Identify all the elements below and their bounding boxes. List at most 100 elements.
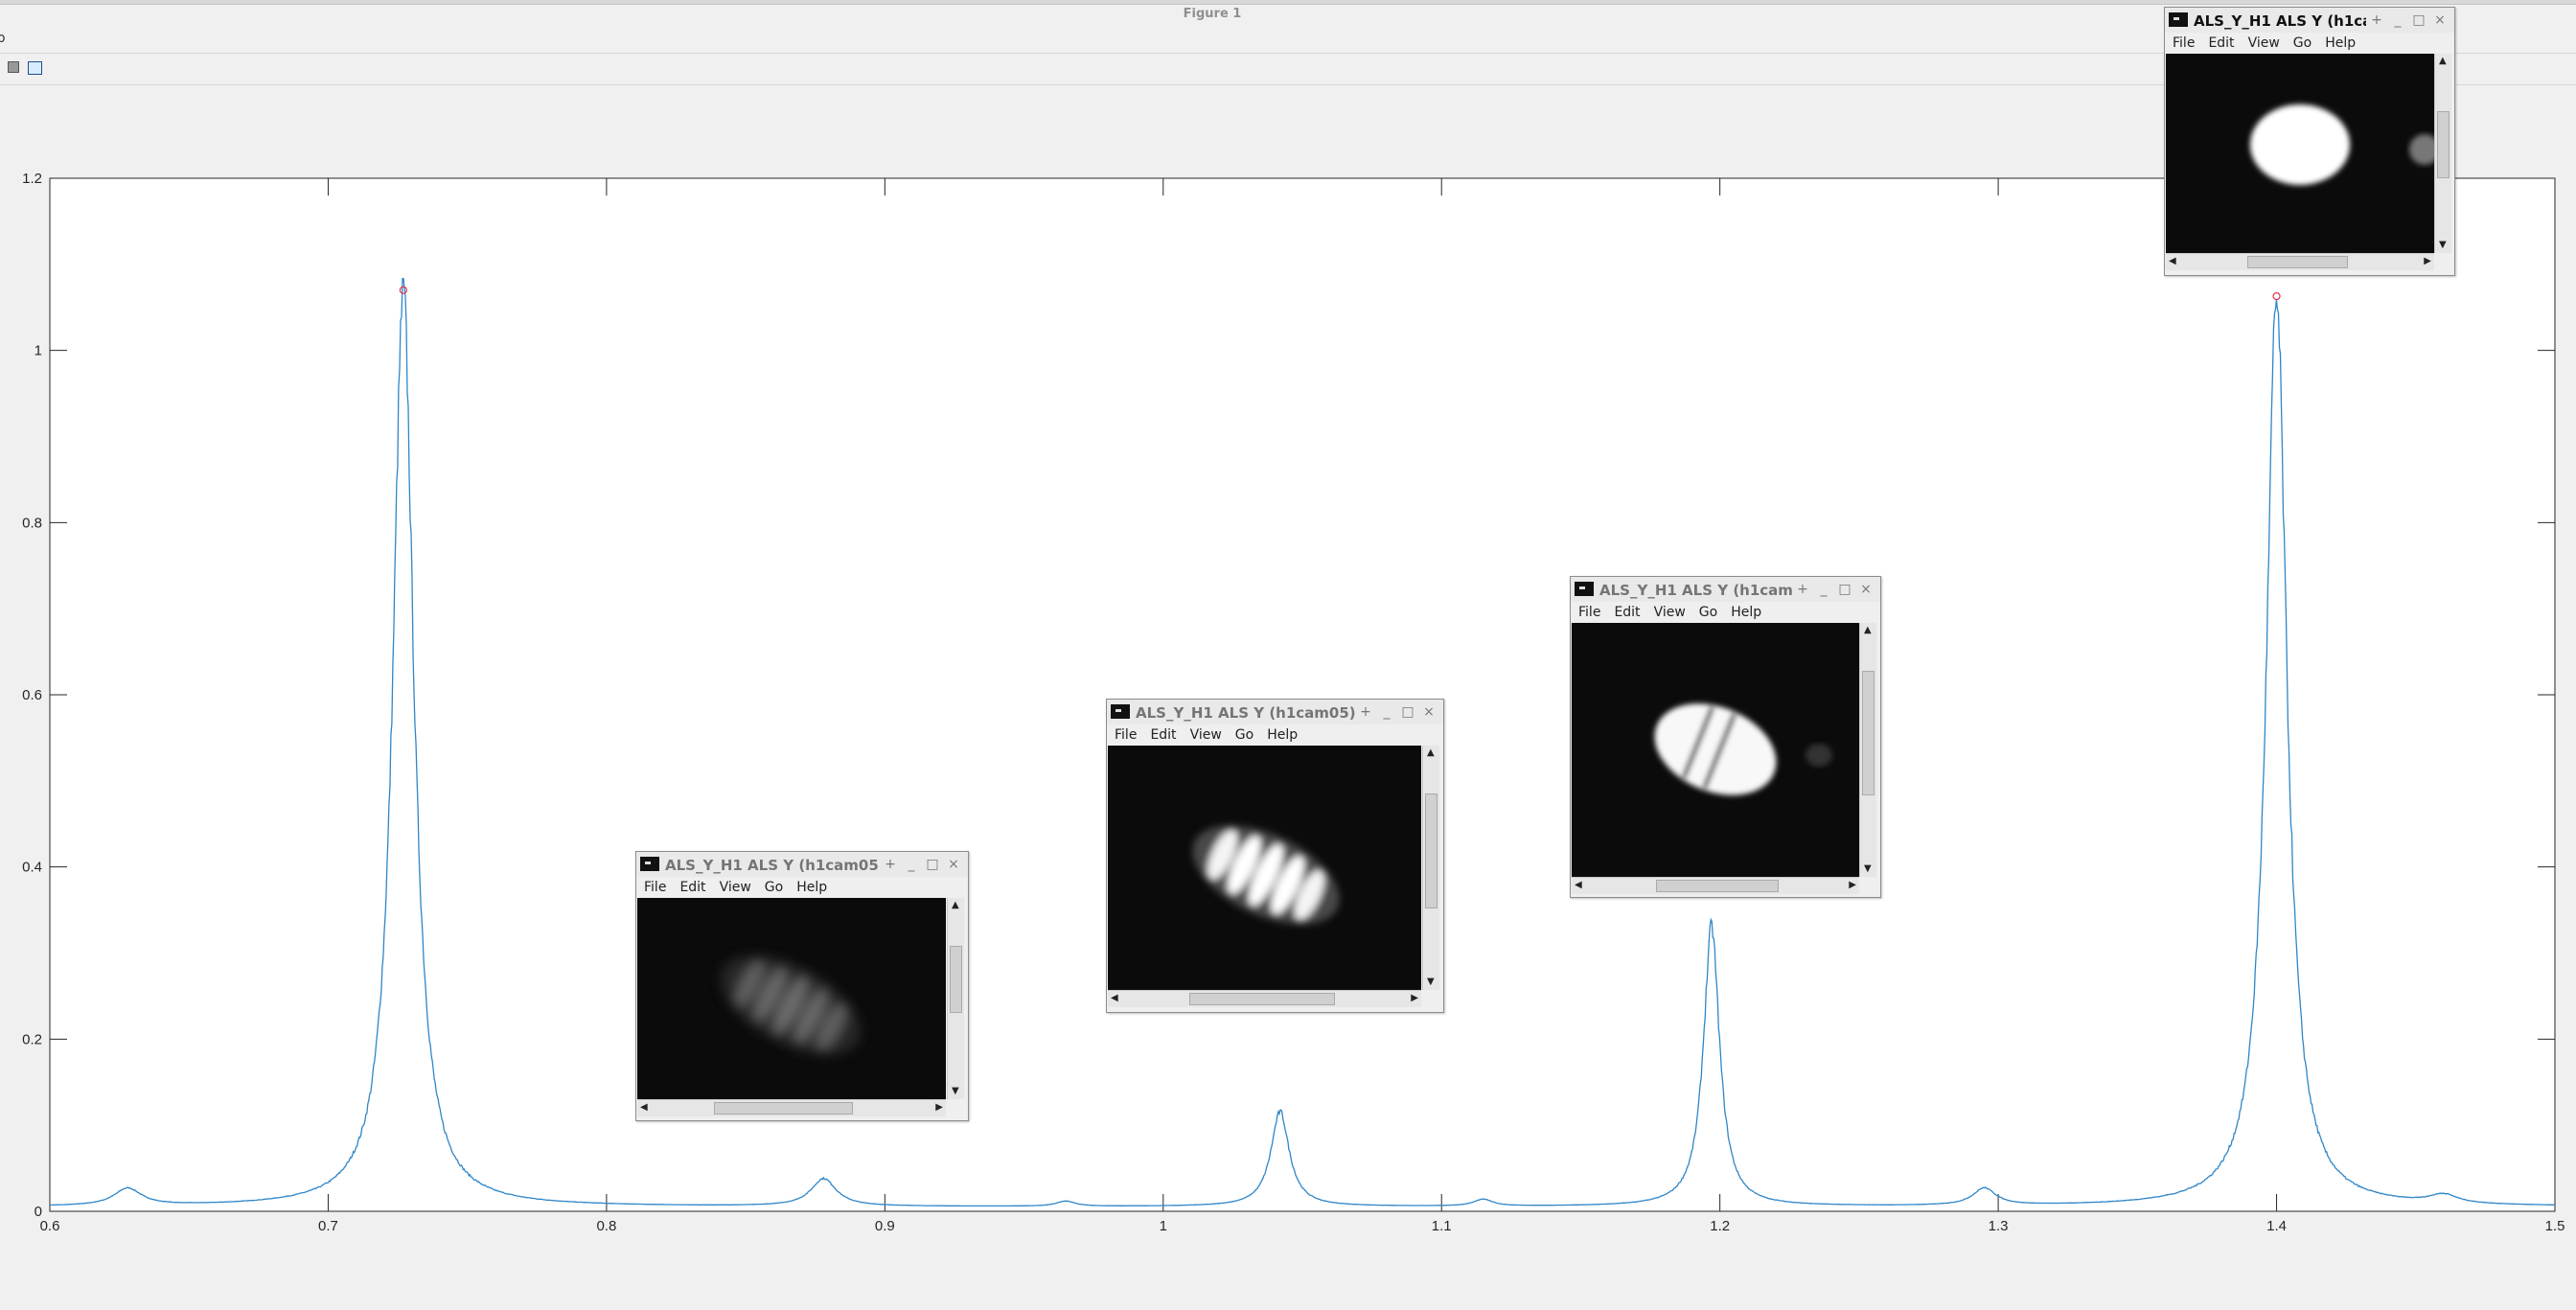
vertical-scrollbar[interactable]: ▲ ▼ xyxy=(947,898,964,1099)
menu-help[interactable]: Help xyxy=(796,877,827,898)
image-viewer-window-1[interactable]: ALS_Y_H1 ALS Y (h1cam05)_2( + _ □ × File… xyxy=(635,851,969,1121)
scroll-left-icon[interactable]: ◀ xyxy=(640,1103,648,1113)
menu-help[interactable]: Help xyxy=(1267,724,1298,746)
menu-view[interactable]: View xyxy=(1190,724,1222,746)
scroll-up-icon[interactable]: ▲ xyxy=(952,901,959,910)
beam-spot-image xyxy=(2250,104,2434,185)
minimize-icon[interactable]: _ xyxy=(2387,10,2408,31)
image-viewer-window-2[interactable]: ALS_Y_H1 ALS Y (h1cam05)_20 + _ □ × File… xyxy=(1106,699,1444,1013)
scroll-down-icon[interactable]: ▼ xyxy=(1864,864,1872,874)
maximize-icon[interactable]: □ xyxy=(1834,579,1855,600)
pin-icon[interactable]: + xyxy=(1792,579,1813,600)
scroll-left-icon[interactable]: ◀ xyxy=(1111,994,1118,1003)
scroll-thumb[interactable] xyxy=(1425,793,1438,908)
terminal-app-icon xyxy=(640,857,659,871)
x-tick-label: 0.7 xyxy=(318,1218,338,1234)
menu-go[interactable]: Go xyxy=(1699,602,1717,623)
scroll-thumb[interactable] xyxy=(1656,880,1779,892)
scroll-down-icon[interactable]: ▼ xyxy=(1427,977,1435,987)
minimize-icon[interactable]: _ xyxy=(901,854,922,875)
window-titlebar[interactable]: ALS_Y_H1 ALS Y (h1cam05) + _ □ × xyxy=(1571,577,1880,602)
x-tick-label: 0.6 xyxy=(40,1218,60,1234)
horizontal-scrollbar[interactable]: ◀ ▶ xyxy=(1572,877,1859,894)
image-viewer-window-3[interactable]: ALS_Y_H1 ALS Y (h1cam05) + _ □ × File Ed… xyxy=(1570,576,1881,898)
y-tick-label: 0 xyxy=(34,1204,42,1220)
image-viewer-window-4[interactable]: ALS_Y_H1 ALS Y (h1cam + _ □ × File Edit … xyxy=(2164,7,2455,276)
close-icon[interactable]: × xyxy=(943,854,964,875)
pin-icon[interactable]: + xyxy=(2366,10,2387,31)
scroll-down-icon[interactable]: ▼ xyxy=(2439,241,2447,250)
close-icon[interactable]: × xyxy=(1418,701,1439,723)
scroll-right-icon[interactable]: ▶ xyxy=(1849,881,1856,890)
vertical-scrollbar[interactable]: ▲ ▼ xyxy=(1422,746,1439,990)
y-tick-label: 1.2 xyxy=(22,171,42,187)
x-tick-label: 1.1 xyxy=(1432,1218,1452,1234)
menu-file[interactable]: File xyxy=(1578,602,1600,623)
menu-bar: File Edit View Go Help xyxy=(2165,33,2454,54)
minimize-icon[interactable]: _ xyxy=(1376,701,1397,723)
horizontal-scrollbar[interactable]: ◀ ▶ xyxy=(2166,253,2434,270)
window-title: ALS_Y_H1 ALS Y (h1cam05)_20 xyxy=(1136,704,1361,722)
plot-axes-background xyxy=(49,177,2556,1212)
scroll-up-icon[interactable]: ▲ xyxy=(1427,748,1435,758)
beam-spot-image xyxy=(720,955,862,1055)
pin-icon[interactable]: + xyxy=(1355,701,1376,723)
menu-view[interactable]: View xyxy=(1654,602,1686,623)
scroll-thumb[interactable] xyxy=(1862,671,1874,795)
close-icon[interactable]: × xyxy=(2429,10,2450,31)
y-tick-label: 0.6 xyxy=(22,687,42,703)
menu-bar: File Edit View Go Help xyxy=(636,877,968,898)
vertical-scrollbar[interactable]: ▲ ▼ xyxy=(2434,54,2451,253)
pin-icon[interactable]: + xyxy=(880,854,901,875)
menu-go[interactable]: Go xyxy=(765,877,783,898)
window-title: ALS_Y_H1 ALS Y (h1cam05)_2( xyxy=(665,857,886,874)
menu-file[interactable]: File xyxy=(1115,724,1137,746)
vertical-scrollbar[interactable]: ▲ ▼ xyxy=(1859,623,1876,877)
close-icon[interactable]: × xyxy=(1855,579,1876,600)
window-titlebar[interactable]: ALS_Y_H1 ALS Y (h1cam + _ □ × xyxy=(2165,8,2454,33)
scroll-up-icon[interactable]: ▲ xyxy=(2439,57,2447,66)
horizontal-scrollbar[interactable]: ◀ ▶ xyxy=(1108,990,1421,1007)
scroll-down-icon[interactable]: ▼ xyxy=(952,1087,959,1096)
x-tick-label: 0.9 xyxy=(875,1218,895,1234)
scroll-thumb[interactable] xyxy=(2437,111,2450,178)
x-tick-label: 1.2 xyxy=(1710,1218,1730,1234)
menu-file[interactable]: File xyxy=(644,877,666,898)
scroll-left-icon[interactable]: ◀ xyxy=(1575,881,1582,890)
scroll-right-icon[interactable]: ▶ xyxy=(935,1103,943,1113)
window-title: ALS_Y_H1 ALS Y (h1cam05) xyxy=(1599,582,1801,599)
maximize-icon[interactable]: □ xyxy=(2408,10,2429,31)
horizontal-scrollbar[interactable]: ◀ ▶ xyxy=(637,1099,946,1116)
beam-spot-image xyxy=(1654,703,1832,795)
menu-go[interactable]: Go xyxy=(2293,33,2312,54)
scroll-thumb[interactable] xyxy=(714,1102,853,1115)
minimize-icon[interactable]: _ xyxy=(1813,579,1834,600)
menu-view[interactable]: View xyxy=(720,877,751,898)
window-titlebar[interactable]: ALS_Y_H1 ALS Y (h1cam05)_2( + _ □ × xyxy=(636,852,968,877)
x-tick-label: 0.8 xyxy=(596,1218,616,1234)
terminal-app-icon xyxy=(2169,12,2188,27)
camera-image xyxy=(637,898,946,1099)
y-tick-label: 0.8 xyxy=(22,515,42,531)
scroll-left-icon[interactable]: ◀ xyxy=(2169,257,2176,266)
beam-spot-image xyxy=(1192,825,1340,925)
scroll-thumb[interactable] xyxy=(950,946,962,1013)
scroll-up-icon[interactable]: ▲ xyxy=(1864,626,1872,635)
scroll-right-icon[interactable]: ▶ xyxy=(2424,257,2431,266)
menu-go[interactable]: Go xyxy=(1235,724,1254,746)
scroll-thumb[interactable] xyxy=(2247,256,2348,268)
menu-edit[interactable]: Edit xyxy=(2208,33,2234,54)
window-title: ALS_Y_H1 ALS Y (h1cam xyxy=(2194,12,2385,30)
maximize-icon[interactable]: □ xyxy=(1397,701,1418,723)
menu-edit[interactable]: Edit xyxy=(1614,602,1640,623)
menu-file[interactable]: File xyxy=(2173,33,2195,54)
scroll-thumb[interactable] xyxy=(1189,993,1335,1005)
menu-help[interactable]: Help xyxy=(2325,33,2356,54)
window-titlebar[interactable]: ALS_Y_H1 ALS Y (h1cam05)_20 + _ □ × xyxy=(1107,700,1443,724)
menu-help[interactable]: Help xyxy=(1731,602,1761,623)
menu-view[interactable]: View xyxy=(2248,33,2280,54)
maximize-icon[interactable]: □ xyxy=(922,854,943,875)
menu-edit[interactable]: Edit xyxy=(1150,724,1176,746)
scroll-right-icon[interactable]: ▶ xyxy=(1411,994,1418,1003)
menu-edit[interactable]: Edit xyxy=(679,877,705,898)
